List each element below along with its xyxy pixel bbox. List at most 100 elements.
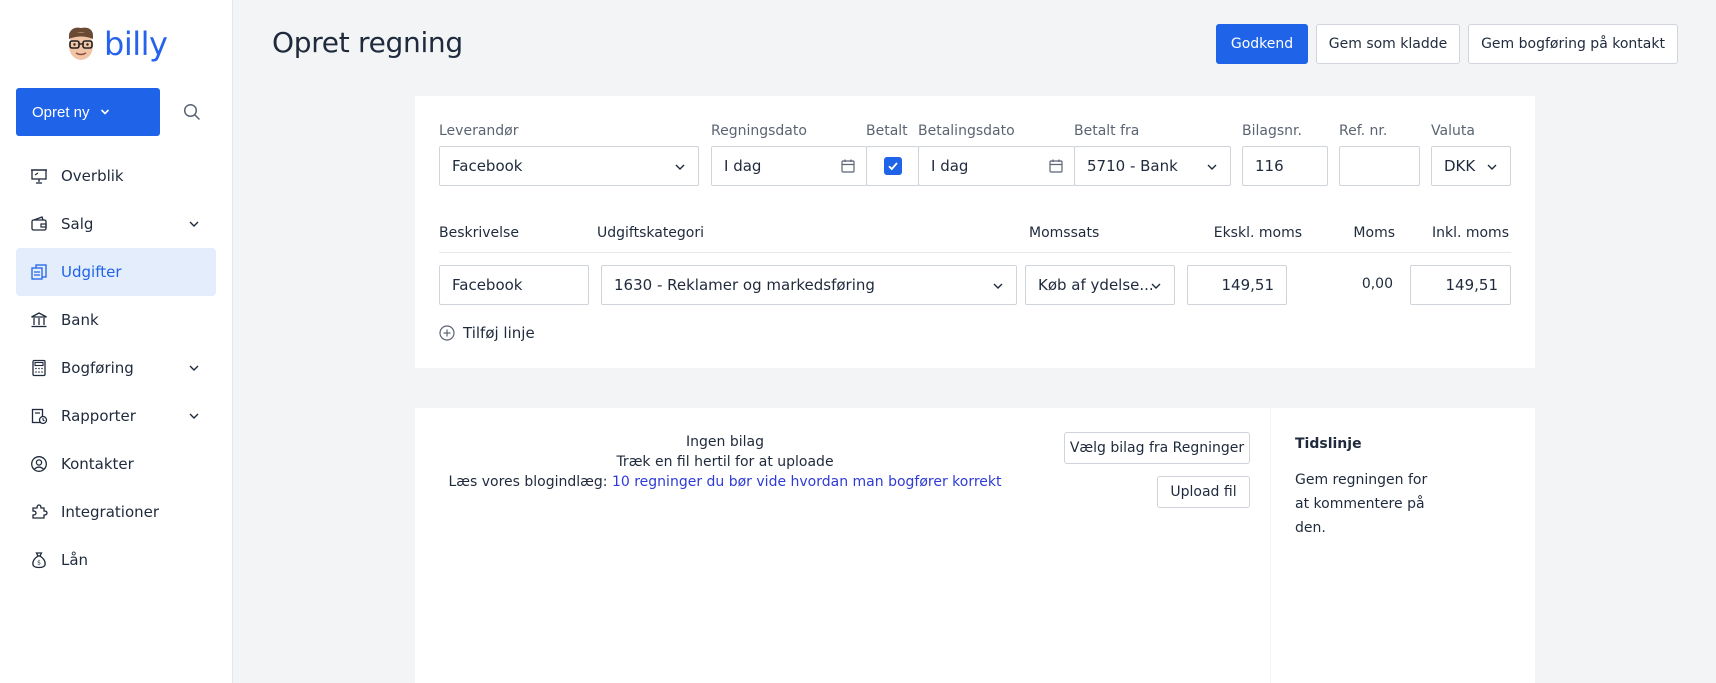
presentation-icon [30, 167, 48, 185]
page-title: Opret regning [272, 26, 463, 59]
create-new-button[interactable]: Opret ny [16, 88, 160, 136]
sidebar-item-label: Bogføring [61, 359, 134, 377]
category-header: Udgiftskategori [597, 225, 705, 241]
chevron-down-icon [189, 221, 199, 227]
currency-label: Valuta [1431, 123, 1475, 139]
currency-select[interactable]: DKK [1431, 146, 1511, 186]
sidebar-item-lan[interactable]: $ Lån [16, 536, 216, 584]
sidebar-item-kontakter[interactable]: Kontakter [16, 440, 216, 488]
ref-no-label: Ref. nr. [1339, 123, 1388, 139]
incl-vat-input[interactable]: 149,51 [1410, 265, 1511, 305]
sidebar-item-label: Bank [61, 311, 99, 329]
logo[interactable]: billy [64, 24, 168, 64]
payment-date-value: I dag [931, 157, 969, 175]
category-select[interactable]: 1630 - Reklamer og markedsføring [601, 265, 1017, 305]
paid-label: Betalt [866, 123, 908, 139]
blog-prefix: Læs vores blogindlæg: [448, 474, 612, 490]
paid-from-value: 5710 - Bank [1087, 157, 1178, 175]
supplier-label: Leverandør [439, 123, 519, 139]
sidebar-item-label: Kontakter [61, 455, 134, 473]
sidebar-item-integrationer[interactable]: Integrationer [16, 488, 216, 536]
incl-vat-value: 149,51 [1445, 276, 1499, 294]
chevron-down-icon [100, 109, 109, 115]
sidebar-item-rapporter[interactable]: Rapporter [16, 392, 216, 440]
sidebar-item-bank[interactable]: Bank [16, 296, 216, 344]
vat-rate-value: Køb af ydelse... [1038, 276, 1154, 294]
chevron-down-icon [189, 413, 199, 419]
receipts-icon [30, 263, 48, 281]
save-on-contact-button[interactable]: Gem bogføring på kontakt [1468, 24, 1678, 64]
sidebar-item-label: Overblik [61, 167, 124, 185]
chevron-down-icon [1151, 283, 1161, 289]
bank-icon [30, 311, 48, 329]
plus-circle-icon [439, 325, 455, 341]
ref-no-input[interactable] [1339, 146, 1420, 186]
chevron-down-icon [675, 164, 685, 170]
save-draft-button[interactable]: Gem som kladde [1316, 24, 1460, 64]
paid-checkbox[interactable] [883, 157, 902, 175]
sidebar-item-label: Udgifter [61, 263, 122, 281]
calculator-icon [30, 359, 48, 377]
vat-rate-select[interactable]: Køb af ydelse... [1025, 265, 1175, 305]
chevron-down-icon [189, 365, 199, 371]
sidebar-nav: Overblik Salg Udgifter Bank Bogføring Ra… [16, 152, 216, 584]
sidebar-item-overblik[interactable]: Overblik [16, 152, 216, 200]
currency-value: DKK [1444, 157, 1476, 175]
search-icon[interactable] [180, 100, 204, 124]
excl-vat-value: 149,51 [1221, 276, 1275, 294]
sidebar-item-label: Rapporter [61, 407, 136, 425]
calendar-icon[interactable] [840, 158, 856, 174]
paid-from-select[interactable]: 5710 - Bank [1074, 146, 1231, 186]
paid-from-label: Betalt fra [1074, 123, 1140, 139]
excl-vat-input[interactable]: 149,51 [1187, 265, 1287, 305]
drag-hint: Træk en fil hertil for at uploade [616, 454, 834, 470]
bill-date-input[interactable]: I dag [711, 146, 867, 186]
sidebar-item-udgifter[interactable]: Udgifter [16, 248, 216, 296]
paid-checkbox-wrapper [866, 146, 919, 186]
incl-vat-header: Inkl. moms [1431, 225, 1509, 241]
voucher-no-input[interactable]: 116 [1242, 146, 1328, 186]
upload-file-button[interactable]: Upload fil [1157, 476, 1250, 508]
sidebar-item-label: Lån [61, 551, 89, 569]
description-value: Facebook [452, 276, 523, 294]
user-circle-icon [30, 455, 48, 473]
bill-form-card: Leverandør Regningsdato Betalt Betalings… [415, 96, 1535, 368]
puzzle-icon [30, 503, 48, 521]
billy-mascot-icon [64, 24, 98, 64]
sidebar-item-label: Integrationer [61, 503, 160, 521]
sidebar-item-label: Salg [61, 215, 94, 233]
category-value: 1630 - Reklamer og markedsføring [614, 276, 875, 294]
description-header: Beskrivelse [439, 225, 519, 241]
add-line-label: Tilføj linje [463, 324, 535, 342]
approve-button[interactable]: Godkend [1216, 24, 1308, 64]
chevron-down-icon [993, 283, 1003, 289]
calendar-icon[interactable] [1048, 158, 1064, 174]
blog-hint: Læs vores blogindlæg: 10 regninger du bø… [415, 474, 1035, 490]
wallet-icon [30, 215, 48, 233]
create-new-label: Opret ny [32, 103, 90, 121]
vat-rate-header: Momssats [1029, 225, 1100, 241]
supplier-value: Facebook [452, 157, 523, 175]
chevron-down-icon [1207, 164, 1217, 170]
supplier-select[interactable]: Facebook [439, 146, 699, 186]
blog-link[interactable]: 10 regninger du bør vide hvordan man bog… [612, 474, 1002, 490]
svg-text:$: $ [37, 560, 41, 567]
attachment-dropzone[interactable]: Ingen bilag Træk en fil hertil for at up… [415, 408, 1270, 683]
header-divider [439, 252, 1511, 253]
payment-date-label: Betalingsdato [918, 123, 1015, 139]
timeline-text: Gem regningen for at kommentere på den. [1295, 472, 1428, 536]
chevron-down-icon [1487, 164, 1497, 170]
sidebar-item-salg[interactable]: Salg [16, 200, 216, 248]
sidebar: billy Opret ny Overblik Salg Udgifter Ba… [0, 0, 233, 683]
vat-header: Moms [1353, 225, 1395, 241]
sidebar-item-bogforing[interactable]: Bogføring [16, 344, 216, 392]
description-input[interactable]: Facebook [439, 265, 589, 305]
choose-attachment-button[interactable]: Vælg bilag fra Regninger [1064, 432, 1250, 464]
vat-amount: 0,00 [1361, 276, 1393, 292]
bill-date-value: I dag [724, 157, 762, 175]
no-attachment-title: Ingen bilag [686, 434, 764, 450]
payment-date-input[interactable]: I dag [918, 146, 1075, 186]
voucher-no-label: Bilagsnr. [1242, 123, 1302, 139]
add-line-button[interactable]: Tilføj linje [439, 324, 535, 342]
check-icon [887, 162, 898, 171]
